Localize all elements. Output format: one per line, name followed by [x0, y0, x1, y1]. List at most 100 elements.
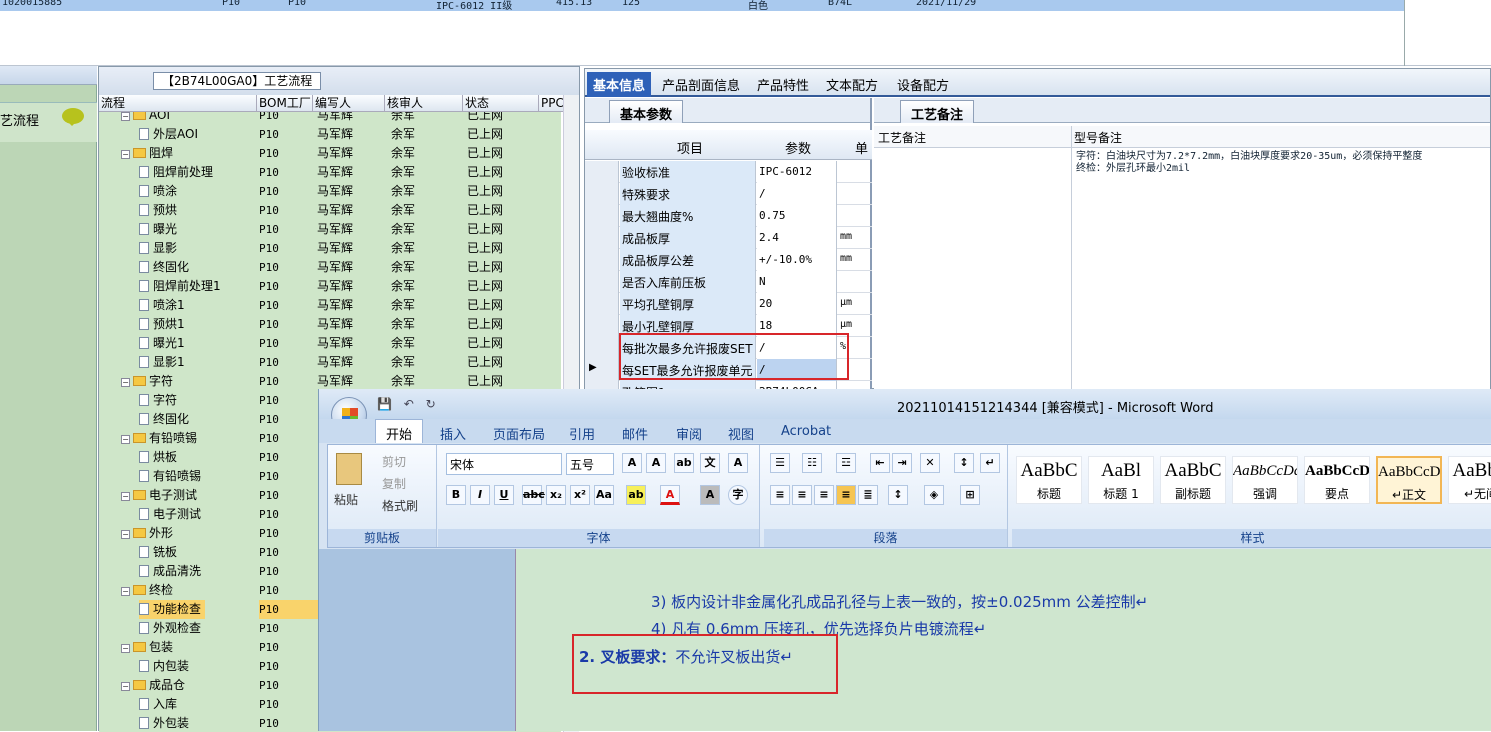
tree-row[interactable]: − AOI P10 马军辉 余军 已上网: [99, 112, 561, 125]
tab-process-notes[interactable]: 工艺备注: [900, 100, 975, 123]
sort-icon[interactable]: ↕: [954, 453, 974, 473]
ribbon-tab-acrobat[interactable]: Acrobat: [781, 424, 831, 439]
paste-button[interactable]: 粘贴: [334, 491, 358, 508]
tree-row[interactable]: 外层AOI P10 马军辉 余军 已上网: [99, 125, 561, 144]
col-writer[interactable]: 编写人: [313, 95, 385, 112]
tree-title-tab[interactable]: 【2B74L00GA0】工艺流程: [153, 72, 322, 90]
col-bom[interactable]: BOM工厂: [257, 95, 313, 112]
param-value[interactable]: IPC-6012 ...: [757, 161, 837, 191]
style-item[interactable]: AaBbCcDd ↵正文: [1376, 456, 1442, 504]
italic-icon[interactable]: I: [470, 485, 490, 505]
tab-basic-params[interactable]: 基本参数: [609, 100, 684, 123]
param-value[interactable]: 20: [757, 293, 837, 315]
tab-equipment-recipe[interactable]: 设备配方: [897, 75, 949, 94]
highlight-icon[interactable]: ab: [626, 485, 646, 505]
collapse-icon[interactable]: −: [121, 378, 130, 387]
font-color-icon[interactable]: A: [660, 485, 680, 505]
show-marks-icon[interactable]: ↵: [980, 453, 1000, 473]
param-row[interactable]: 最大翘曲度% 0.75: [585, 205, 872, 227]
param-value[interactable]: 0.75: [757, 205, 837, 227]
tree-row[interactable]: 喷涂 P10 马军辉 余军 已上网: [99, 182, 561, 201]
justify-icon[interactable]: ≡: [836, 485, 856, 505]
undo-icon[interactable]: ↶: [404, 397, 414, 411]
collapse-icon[interactable]: −: [121, 682, 130, 691]
collapse-icon[interactable]: −: [121, 644, 130, 653]
nav-item-process-flow[interactable]: 艺流程: [0, 102, 97, 142]
param-value[interactable]: 2.4: [757, 227, 837, 249]
collapse-icon[interactable]: −: [121, 587, 130, 596]
bold-icon[interactable]: B: [446, 485, 466, 505]
tree-row[interactable]: 显影1 P10 马军辉 余军 已上网: [99, 353, 561, 372]
collapse-icon[interactable]: −: [121, 435, 130, 444]
selected-grid-row[interactable]: 1020015885 P10 P10 IPC-6012 II级 415.13 1…: [0, 0, 1405, 12]
style-item[interactable]: AaBbC 标题: [1016, 456, 1082, 504]
font-name-select[interactable]: 宋体: [446, 453, 562, 475]
style-item[interactable]: AaBl 标题 1: [1088, 456, 1154, 504]
tree-row[interactable]: 预烘 P10 马军辉 余军 已上网: [99, 201, 561, 220]
enclose-char-icon[interactable]: 字: [728, 485, 748, 505]
style-item[interactable]: AaBbC ↵无间: [1448, 456, 1491, 504]
char-shading-icon[interactable]: A: [700, 485, 720, 505]
ribbon-tab-layout[interactable]: 页面布局: [493, 424, 545, 443]
bullets-icon[interactable]: ☰: [770, 453, 790, 473]
col-checker[interactable]: 核审人: [385, 95, 463, 112]
paste-icon[interactable]: [336, 453, 362, 485]
param-value[interactable]: N: [757, 271, 837, 293]
change-case-icon[interactable]: Aa: [594, 485, 614, 505]
underline-icon[interactable]: U: [494, 485, 514, 505]
tab-text-recipe[interactable]: 文本配方: [826, 75, 878, 94]
char-border-icon[interactable]: A: [728, 453, 748, 473]
grow-font-icon[interactable]: A: [622, 453, 642, 473]
numbering-icon[interactable]: ☷: [802, 453, 822, 473]
param-value[interactable]: /: [757, 183, 837, 205]
cut-button[interactable]: 剪切: [382, 453, 406, 470]
clear-format-icon[interactable]: ab: [674, 453, 694, 473]
collapse-icon[interactable]: −: [121, 492, 130, 501]
param-value[interactable]: +/-10.0%: [757, 249, 837, 271]
tree-row[interactable]: 显影 P10 马军辉 余军 已上网: [99, 239, 561, 258]
param-row[interactable]: 成品板厚 2.4 mm: [585, 227, 872, 249]
font-size-select[interactable]: 五号: [566, 453, 614, 475]
tree-row[interactable]: 预烘1 P10 马军辉 余军 已上网: [99, 315, 561, 334]
param-row[interactable]: 验收标准IPC-6012 ...: [585, 161, 872, 191]
collapse-icon[interactable]: −: [121, 112, 130, 121]
redo-icon[interactable]: ↻: [426, 397, 436, 411]
ribbon-tab-view[interactable]: 视图: [728, 424, 754, 443]
col-process[interactable]: 流程: [99, 95, 257, 112]
param-row[interactable]: 平均孔壁铜厚 20 μm: [585, 293, 872, 315]
align-right-icon[interactable]: ≡: [814, 485, 834, 505]
tree-row[interactable]: 喷涂1 P10 马军辉 余军 已上网: [99, 296, 561, 315]
distribute-icon[interactable]: ≣: [858, 485, 878, 505]
tree-row[interactable]: 终固化 P10 马军辉 余军 已上网: [99, 258, 561, 277]
ribbon-tab-mailings[interactable]: 邮件: [622, 424, 648, 443]
tree-row[interactable]: − 阻焊 P10 马军辉 余军 已上网: [99, 144, 561, 163]
style-item[interactable]: AaBbC 副标题: [1160, 456, 1226, 504]
chinese-layout-icon[interactable]: ✕: [920, 453, 940, 473]
shrink-font-icon[interactable]: A: [646, 453, 666, 473]
param-row[interactable]: 成品板厚公差 +/-10.0% mm: [585, 249, 872, 271]
tab-profile-info[interactable]: 产品剖面信息: [662, 75, 740, 94]
copy-button[interactable]: 复制: [382, 475, 406, 492]
model-notes-text[interactable]: 字符：白油块尺寸为7.2*7.2mm，白油块厚度要求20-35um，必须保持平整…: [1076, 151, 1422, 175]
borders-icon[interactable]: ⊞: [960, 485, 980, 505]
decrease-indent-icon[interactable]: ⇤: [870, 453, 890, 473]
col-status[interactable]: 状态: [463, 95, 539, 112]
format-painter-button[interactable]: 格式刷: [382, 497, 418, 514]
tree-row[interactable]: 曝光1 P10 马军辉 余军 已上网: [99, 334, 561, 353]
align-left-icon[interactable]: ≡: [770, 485, 790, 505]
ribbon-tab-references[interactable]: 引用: [569, 424, 595, 443]
multilevel-list-icon[interactable]: ☲: [836, 453, 856, 473]
style-item[interactable]: AaBbCcD 要点: [1304, 456, 1370, 504]
style-item[interactable]: AaBbCcDd 强调: [1232, 456, 1298, 504]
collapse-icon[interactable]: −: [121, 150, 130, 159]
line-spacing-icon[interactable]: ↕: [888, 485, 908, 505]
tab-product-features[interactable]: 产品特性: [757, 75, 809, 94]
param-row[interactable]: 特殊要求 /: [585, 183, 872, 205]
ribbon-tab-home[interactable]: 开始: [375, 419, 424, 443]
tree-row[interactable]: 阻焊前处理 P10 马军辉 余军 已上网: [99, 163, 561, 182]
collapse-icon[interactable]: −: [121, 530, 130, 539]
ribbon-tab-insert[interactable]: 插入: [440, 424, 466, 443]
strikethrough-icon[interactable]: abc: [522, 485, 545, 505]
superscript-icon[interactable]: x²: [570, 485, 590, 505]
tree-row[interactable]: 曝光 P10 马军辉 余军 已上网: [99, 220, 561, 239]
